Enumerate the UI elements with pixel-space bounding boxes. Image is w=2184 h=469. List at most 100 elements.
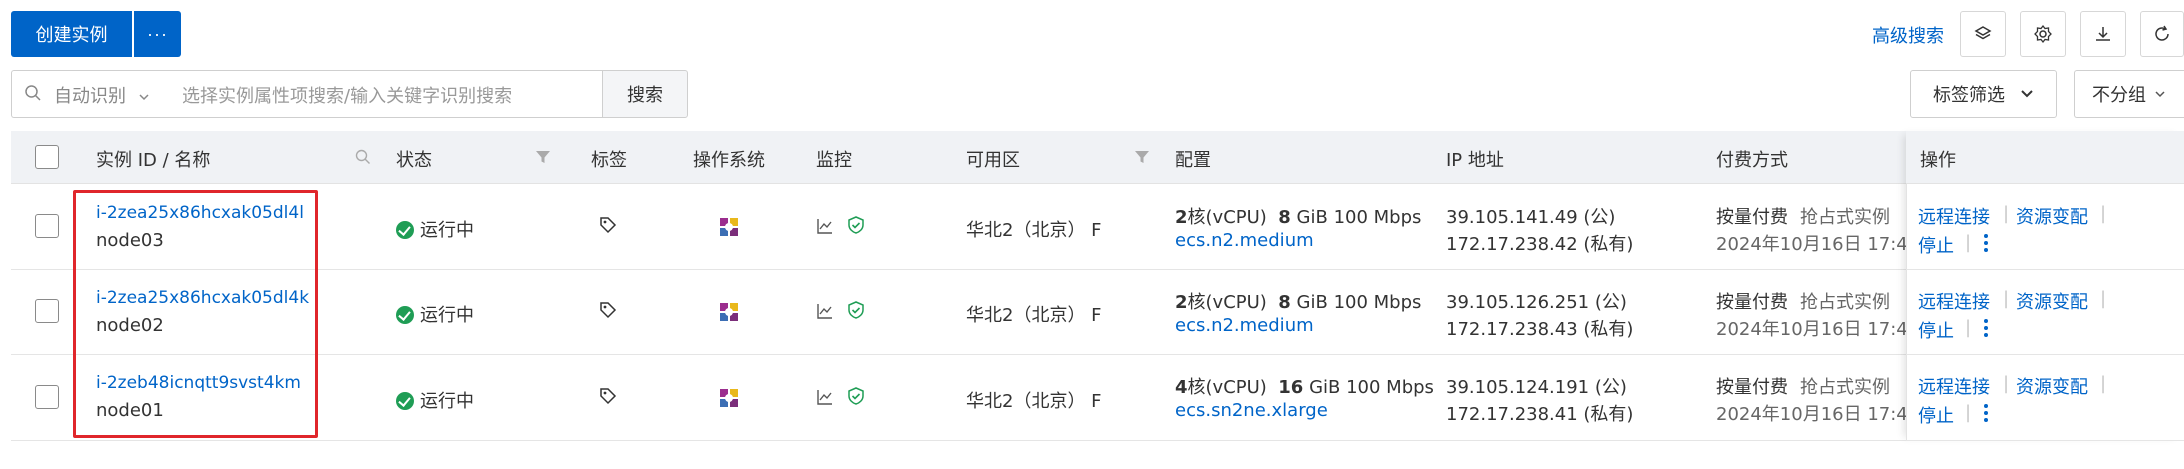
ip-public: 39.105.124.191 (公) (1446, 377, 1627, 398)
separator: | (2003, 203, 2010, 224)
zone-text: 华北2（北京） F (966, 391, 1102, 412)
more-vertical-icon[interactable] (1983, 403, 1989, 423)
create-instance-button[interactable]: 创建实例 (11, 11, 132, 57)
filter-icon[interactable] (1134, 149, 1150, 165)
ip-private: 172.17.238.41 (私有) (1446, 404, 1634, 425)
created-time: 2024年10月16日 17:40:0 (1716, 234, 1937, 255)
ip-public: 39.105.126.251 (公) (1446, 292, 1627, 313)
col-ops: 操作 (1920, 150, 1956, 171)
os-logo-icon (718, 387, 740, 409)
tag-icon[interactable] (598, 215, 618, 235)
shield-check-icon[interactable] (846, 300, 866, 320)
created-time: 2024年10月16日 17:40:0 (1716, 404, 1937, 425)
remote-connect-link[interactable]: 远程连接 (1918, 203, 1990, 229)
ip-private: 172.17.238.42 (私有) (1446, 234, 1634, 255)
refresh-button[interactable] (2140, 11, 2184, 57)
row-checkbox[interactable] (35, 385, 59, 409)
row-divider (1906, 354, 2184, 355)
check-circle-icon (396, 306, 414, 324)
search-button[interactable]: 搜索 (602, 70, 688, 118)
check-circle-icon (396, 221, 414, 239)
separator: | (2100, 373, 2107, 394)
refresh-icon (2152, 24, 2172, 44)
os-logo-icon (718, 301, 740, 323)
search-icon[interactable] (355, 149, 371, 165)
instance-type-link[interactable]: ecs.sn2ne.xlarge (1175, 400, 1328, 421)
chevron-down-icon (2154, 88, 2166, 100)
tag-icon[interactable] (598, 386, 618, 406)
billing-subtype: 抢占式实例 (1800, 377, 1890, 398)
filter-icon[interactable] (535, 149, 551, 165)
remote-connect-link[interactable]: 远程连接 (1918, 288, 1990, 314)
more-actions-button[interactable]: ··· (134, 11, 181, 57)
settings-button[interactable] (2020, 11, 2066, 57)
config-spec: 4核(vCPU) 16 GiB 100 Mbps (1175, 377, 1434, 398)
separator: | (2003, 373, 2010, 394)
tag-icon[interactable] (598, 300, 618, 320)
ip-private: 172.17.238.43 (私有) (1446, 319, 1634, 340)
remote-connect-link[interactable]: 远程连接 (1918, 373, 1990, 399)
status-badge: 运行中 (396, 301, 474, 327)
separator: | (2003, 288, 2010, 309)
resource-change-link[interactable]: 资源变配 (2016, 203, 2088, 229)
layers-icon (1973, 24, 1993, 44)
search-placeholder: 选择实例属性项搜索/输入关键字识别搜索 (182, 86, 513, 107)
created-time: 2024年10月16日 17:40:0 (1716, 319, 1937, 340)
table-header (11, 131, 2184, 184)
chevron-down-icon (2019, 86, 2035, 102)
col-billing: 付费方式 (1716, 150, 1788, 171)
row-divider (11, 354, 2184, 355)
layers-button[interactable] (1960, 11, 2006, 57)
more-vertical-icon[interactable] (1983, 233, 1989, 253)
shield-check-icon[interactable] (846, 386, 866, 406)
col-id-name: 实例 ID / 名称 (96, 150, 211, 171)
stop-link[interactable]: 停止 (1918, 232, 1954, 258)
monitor-chart-icon[interactable] (816, 302, 834, 320)
row-divider (11, 440, 2184, 441)
billing-type: 按量付费 (1716, 207, 1788, 228)
monitor-chart-icon[interactable] (816, 388, 834, 406)
instance-type-link[interactable]: ecs.n2.medium (1175, 230, 1314, 251)
config-spec: 2核(vCPU) 8 GiB 100 Mbps (1175, 207, 1422, 228)
instance-type-link[interactable]: ecs.n2.medium (1175, 315, 1314, 336)
status-badge: 运行中 (396, 387, 474, 413)
col-tag: 标签 (591, 150, 627, 171)
more-vertical-icon[interactable] (1983, 318, 1989, 338)
shield-check-icon[interactable] (846, 215, 866, 235)
tag-filter-dropdown[interactable]: 标签筛选 (1910, 70, 2057, 118)
separator: | (2100, 288, 2107, 309)
resource-change-link[interactable]: 资源变配 (2016, 373, 2088, 399)
col-config: 配置 (1175, 150, 1211, 171)
row-checkbox[interactable] (35, 299, 59, 323)
status-badge: 运行中 (396, 216, 474, 242)
separator: | (1965, 317, 1972, 338)
os-logo-icon (718, 216, 740, 238)
check-circle-icon (396, 392, 414, 410)
stop-link[interactable]: 停止 (1918, 317, 1954, 343)
group-by-dropdown[interactable]: 不分组 (2074, 70, 2184, 118)
billing-subtype: 抢占式实例 (1800, 207, 1890, 228)
col-zone: 可用区 (966, 150, 1020, 171)
highlight-annotation-box (73, 190, 318, 438)
download-icon (2093, 24, 2113, 44)
stop-link[interactable]: 停止 (1918, 402, 1954, 428)
search-mode-select[interactable]: 自动识别 (54, 82, 150, 108)
billing-type: 按量付费 (1716, 377, 1788, 398)
download-button[interactable] (2080, 11, 2126, 57)
billing-type: 按量付费 (1716, 292, 1788, 313)
advanced-search-link[interactable]: 高级搜索 (1872, 22, 1944, 48)
col-monitor: 监控 (816, 150, 852, 171)
row-checkbox[interactable] (35, 214, 59, 238)
monitor-chart-icon[interactable] (816, 217, 834, 235)
zone-text: 华北2（北京） F (966, 305, 1102, 326)
zone-text: 华北2（北京） F (966, 220, 1102, 241)
col-status: 状态 (396, 150, 432, 171)
resource-change-link[interactable]: 资源变配 (2016, 288, 2088, 314)
separator: | (1965, 232, 1972, 253)
row-divider (1906, 440, 2184, 441)
chevron-down-icon (138, 91, 150, 103)
select-all-checkbox[interactable] (35, 145, 59, 169)
col-ip: IP 地址 (1446, 150, 1504, 171)
gear-icon (2033, 24, 2053, 44)
billing-subtype: 抢占式实例 (1800, 292, 1890, 313)
